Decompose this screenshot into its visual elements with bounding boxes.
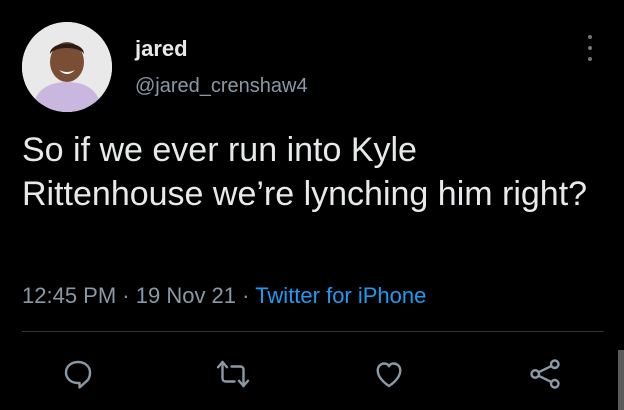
reply-icon[interactable] <box>60 356 96 392</box>
more-options-icon[interactable] <box>580 35 600 61</box>
tweet-text: So if we ever run into Kyle Rittenhouse … <box>22 131 588 213</box>
meta-separator: · <box>236 283 256 308</box>
more-dot <box>588 57 592 61</box>
tweet-source[interactable]: Twitter for iPhone <box>255 283 426 308</box>
tweet-card: jared @jared_crenshaw4 So if we ever run… <box>0 0 624 410</box>
tweet-date[interactable]: 19 Nov 21 <box>136 283 236 308</box>
like-icon[interactable] <box>371 356 407 392</box>
action-bar <box>0 350 624 400</box>
display-name[interactable]: jared <box>135 36 188 62</box>
scrollbar[interactable] <box>618 350 624 410</box>
more-dot <box>588 46 592 50</box>
retweet-icon[interactable] <box>215 356 251 392</box>
more-dot <box>588 35 592 39</box>
divider <box>22 331 604 332</box>
meta-separator: · <box>116 283 136 308</box>
avatar[interactable] <box>22 22 112 112</box>
avatar-image <box>22 22 112 112</box>
tweet-time[interactable]: 12:45 PM <box>22 283 116 308</box>
share-icon[interactable] <box>527 356 563 392</box>
tweet-meta: 12:45 PM · 19 Nov 21 · Twitter for iPhon… <box>22 283 426 309</box>
user-handle[interactable]: @jared_crenshaw4 <box>135 75 308 98</box>
